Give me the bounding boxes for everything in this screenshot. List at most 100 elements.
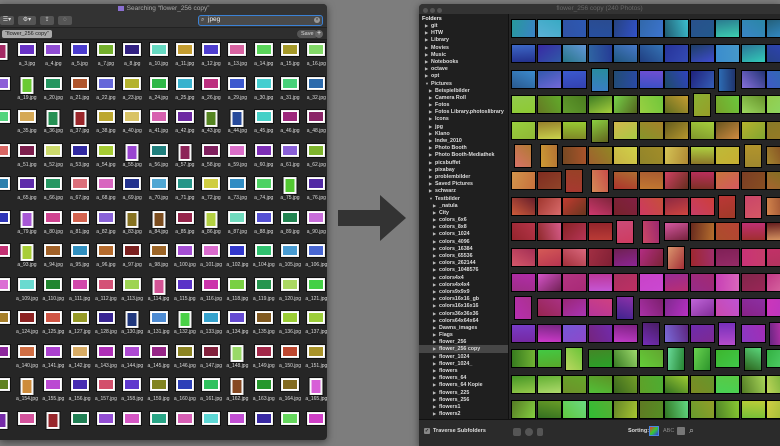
sort-by-name-button[interactable]: ABC: [663, 428, 674, 434]
folder-item[interactable]: ▶ flowers_225: [419, 389, 508, 396]
photo-thumbnail[interactable]: [767, 401, 780, 418]
photo-thumbnail[interactable]: [537, 20, 561, 37]
photo-thumbnail[interactable]: [767, 223, 780, 241]
photo-thumbnail[interactable]: [540, 145, 557, 167]
photo-thumbnail[interactable]: [690, 401, 714, 418]
folder-item[interactable]: ▶ HTW: [419, 29, 508, 36]
photo-thumbnail[interactable]: [588, 350, 612, 368]
file-item[interactable]: a_30.jpg: [251, 74, 277, 106]
folder-item[interactable]: ▶ git: [419, 22, 508, 29]
file-item[interactable]: [303, 409, 327, 441]
file-item[interactable]: a_53.jpg: [67, 141, 93, 173]
action-gear-button[interactable]: ⚙▾: [18, 16, 36, 25]
file-item[interactable]: a_45.jpg: [251, 107, 277, 139]
photo-thumbnail[interactable]: [741, 248, 765, 266]
folder-item[interactable]: ▶ Camera Roll: [419, 94, 508, 101]
add-criteria-button[interactable]: +: [315, 30, 323, 38]
file-item[interactable]: a_146.jpg: [172, 342, 198, 374]
photo-thumbnail[interactable]: [744, 348, 761, 371]
photo-thumbnail[interactable]: [617, 297, 633, 320]
photo-thumbnail[interactable]: [741, 401, 765, 418]
file-item[interactable]: a_82.jpg: [93, 208, 119, 240]
file-item[interactable]: a_72.jpg: [198, 174, 224, 206]
photo-thumbnail[interactable]: [563, 299, 586, 317]
file-item[interactable]: a_130.jpg: [119, 308, 145, 340]
photo-thumbnail[interactable]: [614, 20, 637, 37]
folder-item[interactable]: ▶ flowers: [419, 367, 508, 374]
file-item[interactable]: a_110.jpg: [40, 275, 66, 307]
photo-thumbnail[interactable]: [617, 221, 633, 244]
photo-thumbnail[interactable]: [512, 274, 535, 291]
file-item[interactable]: a_55.jpg: [119, 141, 145, 173]
photo-thumbnail[interactable]: [690, 121, 714, 139]
file-item[interactable]: a_164.jpg: [277, 375, 303, 407]
file-item[interactable]: [0, 342, 14, 374]
file-item[interactable]: a_125.jpg: [40, 308, 66, 340]
photo-thumbnail[interactable]: [668, 348, 684, 371]
photo-thumbnail[interactable]: [770, 322, 780, 345]
file-item[interactable]: a_60.jpg: [251, 141, 277, 173]
photo-thumbnail[interactable]: [614, 197, 637, 215]
photo-thumbnail[interactable]: [665, 197, 688, 215]
folder-item[interactable]: ▶ flowers2: [419, 410, 508, 417]
file-item[interactable]: a_59.jpg: [224, 141, 250, 173]
file-item[interactable]: a_14.jpg: [251, 40, 277, 72]
folder-item[interactable]: ▶ flower_256: [419, 338, 508, 345]
folder-item[interactable]: ▶ colors_1048576: [419, 266, 508, 273]
photo-thumbnail[interactable]: [591, 170, 608, 193]
photo-thumbnail[interactable]: [719, 68, 735, 91]
view-mode-button[interactable]: ☰▾: [0, 16, 14, 25]
folder-item[interactable]: ▶ pixabay: [419, 166, 508, 173]
file-item[interactable]: a_84.jpg: [146, 208, 172, 240]
file-item[interactable]: a_36.jpg: [40, 107, 66, 139]
file-item[interactable]: a_4.jpg: [40, 40, 66, 72]
photo-thumbnail[interactable]: [537, 197, 561, 215]
file-item[interactable]: a_148.jpg: [224, 342, 250, 374]
photo-thumbnail[interactable]: [591, 119, 608, 142]
photo-thumbnail[interactable]: [537, 121, 561, 139]
photo-thumbnail[interactable]: [639, 274, 663, 291]
photo-thumbnail[interactable]: [614, 248, 637, 266]
folder-item[interactable]: ▶ colors_1024: [419, 230, 508, 237]
folder-item[interactable]: ▶ colors16x16_gb: [419, 295, 508, 302]
folder-item[interactable]: ▶ _natula: [419, 202, 508, 209]
photo-thumbnail[interactable]: [614, 45, 637, 63]
folder-item[interactable]: ▶ colors_6x6: [419, 216, 508, 223]
folder-item[interactable]: ▶ Flags: [419, 331, 508, 338]
file-item[interactable]: a_156.jpg: [67, 375, 93, 407]
folder-item[interactable]: ▶ flowers_256: [419, 396, 508, 403]
file-item[interactable]: a_89.jpg: [277, 208, 303, 240]
photo-thumbnail[interactable]: [537, 70, 561, 88]
file-item[interactable]: a_101.jpg: [198, 241, 224, 273]
file-item[interactable]: [146, 409, 172, 441]
photo-thumbnail[interactable]: [639, 147, 663, 164]
file-item[interactable]: a_93.jpg: [14, 241, 40, 273]
file-item[interactable]: a_106.jpg: [303, 241, 327, 273]
file-item[interactable]: a_96.jpg: [93, 241, 119, 273]
sort-by-date-icon[interactable]: [677, 427, 685, 435]
photo-thumbnail[interactable]: [591, 68, 608, 91]
file-item[interactable]: a_38.jpg: [93, 107, 119, 139]
photo-thumbnail[interactable]: [639, 172, 663, 190]
folder-item[interactable]: ▼ Pictures: [419, 80, 508, 87]
file-item[interactable]: a_46.jpg: [277, 107, 303, 139]
file-item[interactable]: a_58.jpg: [198, 141, 224, 173]
file-item[interactable]: a_157.jpg: [93, 375, 119, 407]
photo-thumbnail[interactable]: [614, 172, 637, 190]
folder-item[interactable]: ▶ Fotos: [419, 101, 508, 108]
file-item[interactable]: a_42.jpg: [172, 107, 198, 139]
photo-thumbnail[interactable]: [512, 324, 535, 342]
folder-item[interactable]: ▶ colors_262144: [419, 259, 508, 266]
photo-thumbnail[interactable]: [639, 197, 663, 215]
photo-thumbnail[interactable]: [588, 147, 612, 164]
photo-thumbnail[interactable]: [690, 223, 714, 241]
photo-thumbnail[interactable]: [693, 94, 710, 117]
photo-thumbnail[interactable]: [588, 375, 612, 393]
photo-thumbnail[interactable]: [588, 20, 612, 37]
photo-thumbnail[interactable]: [741, 274, 765, 291]
file-item[interactable]: a_8.jpg: [119, 40, 145, 72]
photo-thumbnail[interactable]: [665, 96, 688, 114]
scope-token[interactable]: “flower_256 copy”: [2, 30, 52, 38]
photo-thumbnail[interactable]: [563, 197, 586, 215]
file-item[interactable]: a_74.jpg: [251, 174, 277, 206]
